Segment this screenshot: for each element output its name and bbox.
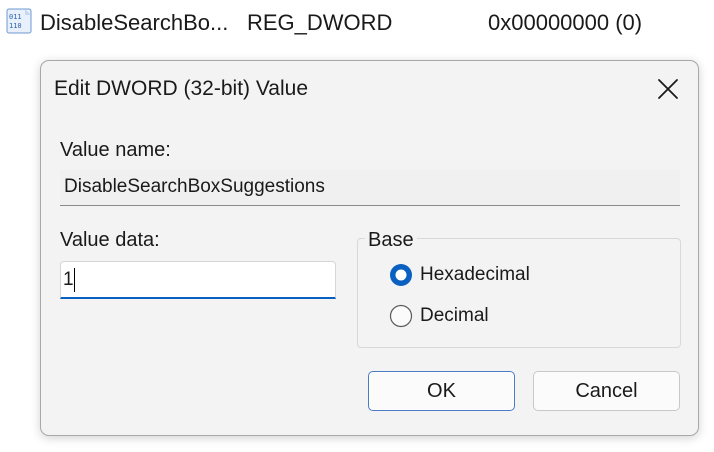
text-caret — [74, 268, 75, 292]
hexadecimal-label: Hexadecimal — [420, 264, 530, 285]
svg-text:110: 110 — [9, 22, 22, 30]
value-name-label: Value name: — [60, 139, 171, 161]
registry-binary-value-icon: 011 110 — [6, 8, 34, 36]
decimal-radio[interactable]: Decimal — [389, 302, 589, 330]
registry-value-row[interactable]: 011 110 DisableSearchBo... REG_DWORD 0x0… — [0, 0, 714, 48]
value-data-input[interactable]: 1 — [60, 261, 336, 299]
radio-unselected-icon — [389, 304, 413, 328]
value-data-text: 1 — [63, 269, 74, 290]
close-button[interactable] — [652, 73, 684, 105]
value-name-text: DisableSearchBoxSuggestions — [64, 176, 325, 197]
base-label: Base — [365, 229, 417, 252]
decimal-label: Decimal — [420, 305, 489, 326]
hexadecimal-radio[interactable]: Hexadecimal — [389, 261, 589, 289]
edit-dword-dialog: Edit DWORD (32-bit) Value Value name: Di… — [40, 60, 699, 436]
cancel-button[interactable]: Cancel — [533, 371, 680, 411]
registry-value-data: 0x00000000 (0) — [488, 10, 643, 35]
registry-value-type: REG_DWORD — [247, 10, 393, 35]
value-data-label: Value data: — [60, 229, 160, 251]
base-groupbox — [357, 238, 681, 348]
close-icon — [652, 73, 684, 105]
registry-value-name: DisableSearchBo... — [40, 10, 229, 35]
value-name-field: DisableSearchBoxSuggestions — [60, 170, 680, 206]
svg-text:011: 011 — [9, 13, 22, 21]
dialog-title: Edit DWORD (32-bit) Value — [54, 77, 309, 100]
ok-button[interactable]: OK — [368, 371, 515, 411]
radio-selected-icon — [389, 263, 413, 287]
